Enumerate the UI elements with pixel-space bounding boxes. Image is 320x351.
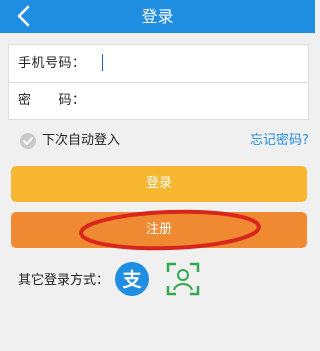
- checkmark-icon: [20, 133, 36, 149]
- page-title: 登录: [141, 7, 174, 26]
- alipay-icon[interactable]: 支: [115, 262, 149, 296]
- password-input[interactable]: [93, 88, 293, 112]
- forgot-password-link[interactable]: 忘记密码?: [250, 131, 309, 151]
- other-login-label: 其它登录方式：: [18, 273, 110, 288]
- password-label: 密 码：: [18, 93, 86, 108]
- phone-row: 手机号码：: [9, 45, 308, 83]
- phone-input[interactable]: [93, 51, 293, 75]
- text-cursor: [102, 54, 103, 71]
- login-form: 手机号码： 密 码：: [8, 44, 309, 120]
- remember-me-label: 下次自动登入: [42, 133, 121, 148]
- phone-label: 手机号码：: [18, 56, 86, 71]
- login-button[interactable]: 登录: [11, 166, 307, 202]
- svg-text:支: 支: [121, 269, 142, 291]
- password-row: 密 码：: [9, 82, 308, 119]
- face-scan-icon[interactable]: [166, 262, 200, 296]
- highlight-annotation-circle: [79, 209, 261, 251]
- top-bar: 登录: [0, 0, 315, 33]
